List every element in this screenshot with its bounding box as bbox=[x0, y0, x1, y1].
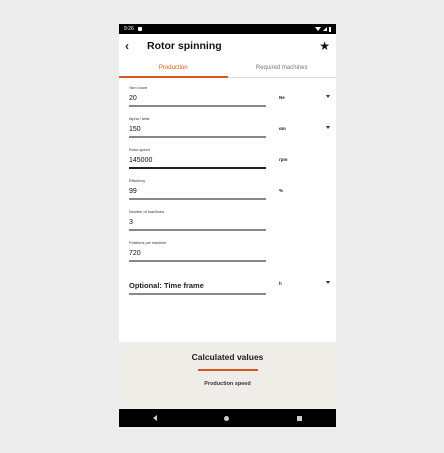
number-of-machines-input[interactable]: 3 bbox=[129, 219, 133, 226]
time-frame-input[interactable]: Optional: Time frame bbox=[129, 281, 204, 290]
yarn-count-field[interactable]: Yarn count 20 Ne bbox=[129, 83, 330, 114]
system-nav-bar bbox=[119, 409, 336, 427]
status-time: 9:26 bbox=[124, 26, 134, 32]
twist-input[interactable]: 150 bbox=[129, 126, 141, 133]
status-bar: 9:26 bbox=[119, 24, 336, 34]
field-label: Number of machines bbox=[129, 210, 165, 214]
nav-back-icon[interactable] bbox=[152, 415, 157, 421]
tab-bar: Production Required machines bbox=[119, 58, 336, 78]
wifi-icon bbox=[315, 27, 321, 31]
chevron-down-icon[interactable] bbox=[326, 95, 330, 98]
efficiency-field[interactable]: Efficiency 99 % bbox=[129, 176, 326, 207]
field-label: Efficiency bbox=[129, 179, 146, 183]
signal-icon bbox=[323, 27, 327, 31]
time-frame-unit-select[interactable]: h bbox=[279, 281, 282, 286]
calculated-values-panel: Calculated values Production speed bbox=[119, 342, 336, 409]
input-underline-focused bbox=[129, 167, 266, 169]
input-underline bbox=[129, 229, 266, 231]
back-arrow-icon[interactable]: ‹ bbox=[125, 39, 139, 53]
phone-screen: 9:26 ‹ Rotor spinning ★ Production Requi… bbox=[119, 24, 336, 427]
battery-icon bbox=[329, 26, 331, 32]
chevron-down-icon[interactable] bbox=[326, 281, 330, 284]
app-bar: ‹ Rotor spinning ★ bbox=[119, 34, 336, 58]
section-underline bbox=[197, 369, 258, 371]
field-label: Rotor speed bbox=[129, 148, 150, 152]
input-underline bbox=[129, 293, 266, 295]
production-form: Yarn count 20 Ne Alpha / twist 150 αm Ro… bbox=[119, 78, 336, 307]
notification-icon bbox=[137, 27, 142, 31]
production-speed-label: Production speed bbox=[204, 380, 251, 387]
input-underline bbox=[129, 198, 266, 200]
positions-per-machine-input[interactable]: 720 bbox=[129, 250, 141, 257]
number-of-machines-field[interactable]: Number of machines 3 bbox=[129, 207, 326, 238]
calculated-values-title: Calculated values bbox=[191, 352, 264, 362]
field-unit: rpm bbox=[279, 157, 288, 162]
efficiency-input[interactable]: 99 bbox=[129, 188, 137, 195]
input-underline bbox=[129, 136, 266, 138]
star-icon[interactable]: ★ bbox=[319, 39, 330, 53]
yarn-count-unit-select[interactable]: Ne bbox=[279, 95, 285, 100]
field-label: Alpha / twist bbox=[129, 117, 150, 121]
input-underline bbox=[129, 260, 266, 262]
tab-production[interactable]: Production bbox=[119, 58, 228, 77]
field-label: Positions per machine bbox=[129, 241, 167, 245]
active-tab-indicator bbox=[119, 76, 228, 78]
input-underline bbox=[129, 105, 266, 107]
tab-required-machines[interactable]: Required machines bbox=[228, 58, 337, 77]
field-label: Yarn count bbox=[129, 86, 148, 90]
field-unit: % bbox=[279, 188, 284, 193]
twist-unit-select[interactable]: αm bbox=[279, 126, 286, 131]
time-frame-field[interactable]: Optional: Time frame h bbox=[129, 269, 330, 307]
chevron-down-icon[interactable] bbox=[326, 126, 330, 129]
nav-home-icon[interactable] bbox=[224, 415, 230, 421]
page-title: Rotor spinning bbox=[147, 40, 222, 52]
nav-recent-apps-icon[interactable] bbox=[297, 415, 303, 421]
rotor-speed-field[interactable]: Rotor speed 145000 rpm bbox=[129, 145, 326, 176]
positions-per-machine-field[interactable]: Positions per machine 720 bbox=[129, 238, 326, 269]
yarn-count-input[interactable]: 20 bbox=[129, 95, 137, 102]
rotor-speed-input[interactable]: 145000 bbox=[129, 157, 152, 164]
twist-field[interactable]: Alpha / twist 150 αm bbox=[129, 114, 330, 145]
